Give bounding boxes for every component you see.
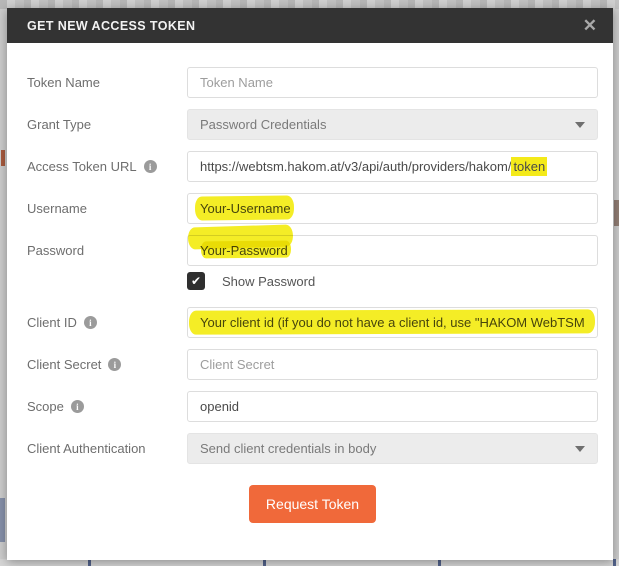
client-authentication-row: Client Authentication Send client creden… — [27, 433, 598, 464]
show-password-checkbox[interactable]: ✔ — [187, 272, 205, 290]
access-token-url-value: https://webtsm.hakom.at/v3/api/auth/prov… — [200, 159, 511, 174]
client-secret-row: Client Secret i — [27, 349, 598, 380]
client-authentication-label: Client Authentication — [27, 441, 187, 456]
access-token-url-input[interactable]: https://webtsm.hakom.at/v3/api/auth/prov… — [187, 151, 598, 182]
dialog-body: Token Name Grant Type Password Credentia… — [7, 43, 613, 523]
grant-type-select[interactable]: Password Credentials — [187, 109, 598, 140]
background-page-left — [0, 498, 5, 542]
grant-type-value: Password Credentials — [200, 117, 326, 132]
token-name-label: Token Name — [27, 75, 187, 90]
access-token-url-row: Access Token URL i https://webtsm.hakom.… — [27, 151, 598, 182]
button-row: Request Token — [27, 485, 598, 523]
token-name-input[interactable] — [187, 67, 598, 98]
background-page-left — [1, 150, 5, 166]
client-secret-input[interactable] — [187, 349, 598, 380]
highlight-token: token — [511, 157, 547, 176]
show-password-row: ✔ Show Password — [27, 272, 598, 290]
show-password-label: Show Password — [222, 274, 315, 289]
background-page-bottom — [0, 559, 619, 566]
scope-input[interactable] — [187, 391, 598, 422]
password-label: Password — [27, 243, 187, 258]
username-input[interactable] — [187, 193, 598, 224]
chevron-down-icon — [575, 122, 585, 128]
close-icon[interactable]: ✕ — [583, 17, 597, 34]
scope-row: Scope i — [27, 391, 598, 422]
checkmark-icon: ✔ — [191, 274, 201, 288]
password-row: Password — [27, 235, 598, 266]
grant-type-row: Grant Type Password Credentials — [27, 109, 598, 140]
scope-label: Scope i — [27, 399, 187, 414]
info-icon[interactable]: i — [71, 400, 84, 413]
password-input[interactable] — [187, 235, 598, 266]
client-authentication-select[interactable]: Send client credentials in body — [187, 433, 598, 464]
username-row: Username — [27, 193, 598, 224]
dialog-titlebar: GET NEW ACCESS TOKEN ✕ — [7, 8, 613, 43]
info-icon[interactable]: i — [108, 358, 121, 371]
client-authentication-value: Send client credentials in body — [200, 441, 376, 456]
client-secret-label: Client Secret i — [27, 357, 187, 372]
chevron-down-icon — [575, 446, 585, 452]
client-id-label: Client ID i — [27, 315, 187, 330]
username-label: Username — [27, 201, 187, 216]
client-id-row: Client ID i — [27, 307, 598, 338]
access-token-url-label: Access Token URL i — [27, 159, 187, 174]
info-icon[interactable]: i — [144, 160, 157, 173]
get-new-access-token-dialog: GET NEW ACCESS TOKEN ✕ Token Name Grant … — [7, 8, 613, 560]
background-page-right — [614, 200, 619, 226]
token-name-row: Token Name — [27, 67, 598, 98]
request-token-button[interactable]: Request Token — [249, 485, 376, 523]
grant-type-label: Grant Type — [27, 117, 187, 132]
info-icon[interactable]: i — [84, 316, 97, 329]
client-id-input[interactable] — [187, 307, 598, 338]
dialog-title: GET NEW ACCESS TOKEN — [27, 19, 195, 33]
